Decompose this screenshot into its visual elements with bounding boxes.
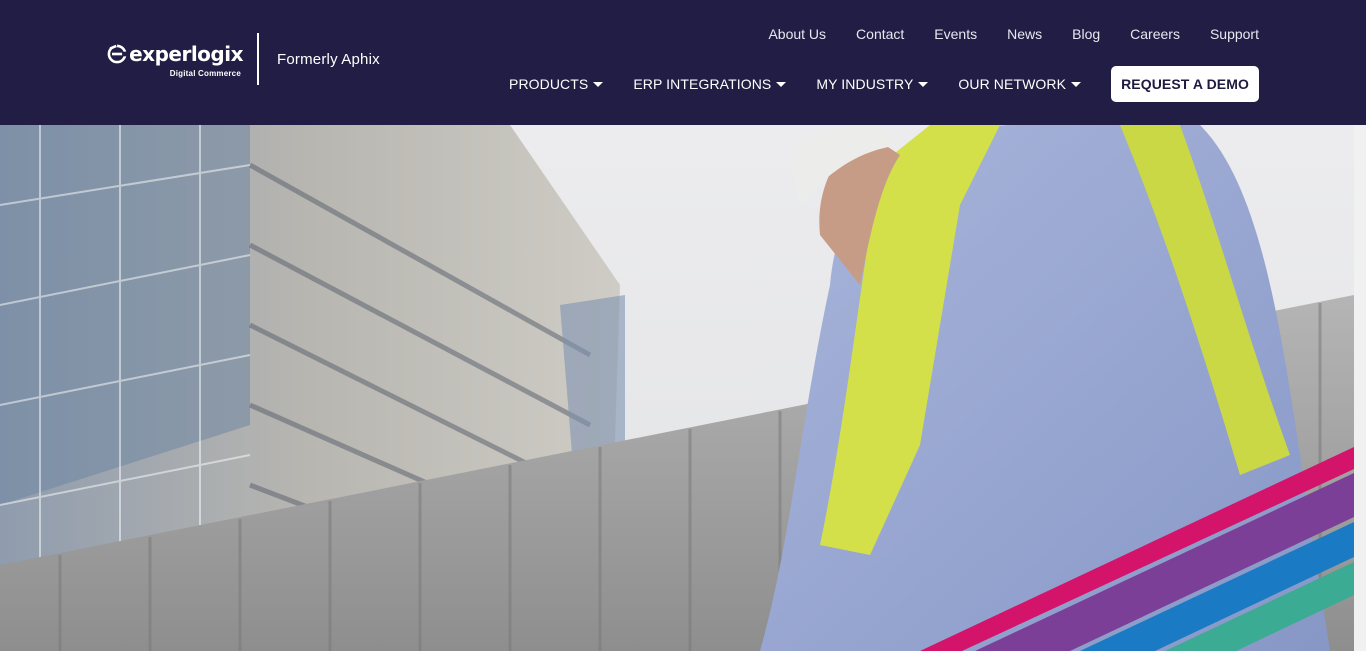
nav-link-careers[interactable]: Careers bbox=[1130, 26, 1180, 42]
caret-down-icon bbox=[593, 81, 604, 87]
menu-products[interactable]: PRODUCTS bbox=[509, 76, 604, 92]
experlogix-e-icon bbox=[107, 43, 128, 63]
nav-link-about-us[interactable]: About Us bbox=[768, 26, 826, 42]
main-nav: PRODUCTS ERP INTEGRATIONS MY INDUSTRY OU… bbox=[509, 66, 1259, 102]
logo-wordmark: experlogix bbox=[129, 41, 243, 66]
menu-erp-integrations[interactable]: ERP INTEGRATIONS bbox=[633, 76, 787, 92]
nav-link-contact[interactable]: Contact bbox=[856, 26, 904, 42]
menu-our-network[interactable]: OUR NETWORK bbox=[958, 76, 1082, 92]
menu-products-label: PRODUCTS bbox=[509, 76, 589, 92]
caret-down-icon bbox=[1071, 81, 1082, 87]
brand: experlogix Digital Commerce Formerly Aph… bbox=[107, 33, 380, 85]
page-scrollbar[interactable] bbox=[1354, 125, 1366, 651]
construction-worker-photo bbox=[0, 125, 1354, 651]
nav-link-blog[interactable]: Blog bbox=[1072, 26, 1100, 42]
menu-my-industry-label: MY INDUSTRY bbox=[816, 76, 914, 92]
menu-my-industry[interactable]: MY INDUSTRY bbox=[816, 76, 929, 92]
nav-link-events[interactable]: Events bbox=[934, 26, 977, 42]
hero-video bbox=[0, 125, 1354, 651]
caret-down-icon bbox=[776, 81, 787, 87]
menu-our-network-label: OUR NETWORK bbox=[958, 76, 1067, 92]
brand-divider bbox=[257, 33, 259, 85]
formerly-label: Formerly Aphix bbox=[277, 50, 380, 68]
site-header: experlogix Digital Commerce Formerly Aph… bbox=[0, 0, 1366, 125]
nav-link-support[interactable]: Support bbox=[1210, 26, 1259, 42]
experlogix-logo[interactable]: experlogix Digital Commerce bbox=[107, 41, 243, 78]
caret-down-icon bbox=[918, 81, 929, 87]
utility-nav: About Us Contact Events News Blog Career… bbox=[768, 26, 1259, 42]
menu-erp-integrations-label: ERP INTEGRATIONS bbox=[633, 76, 772, 92]
request-demo-button[interactable]: REQUEST A DEMO bbox=[1111, 66, 1259, 102]
logo-subtitle: Digital Commerce bbox=[169, 68, 241, 78]
nav-link-news[interactable]: News bbox=[1007, 26, 1042, 42]
